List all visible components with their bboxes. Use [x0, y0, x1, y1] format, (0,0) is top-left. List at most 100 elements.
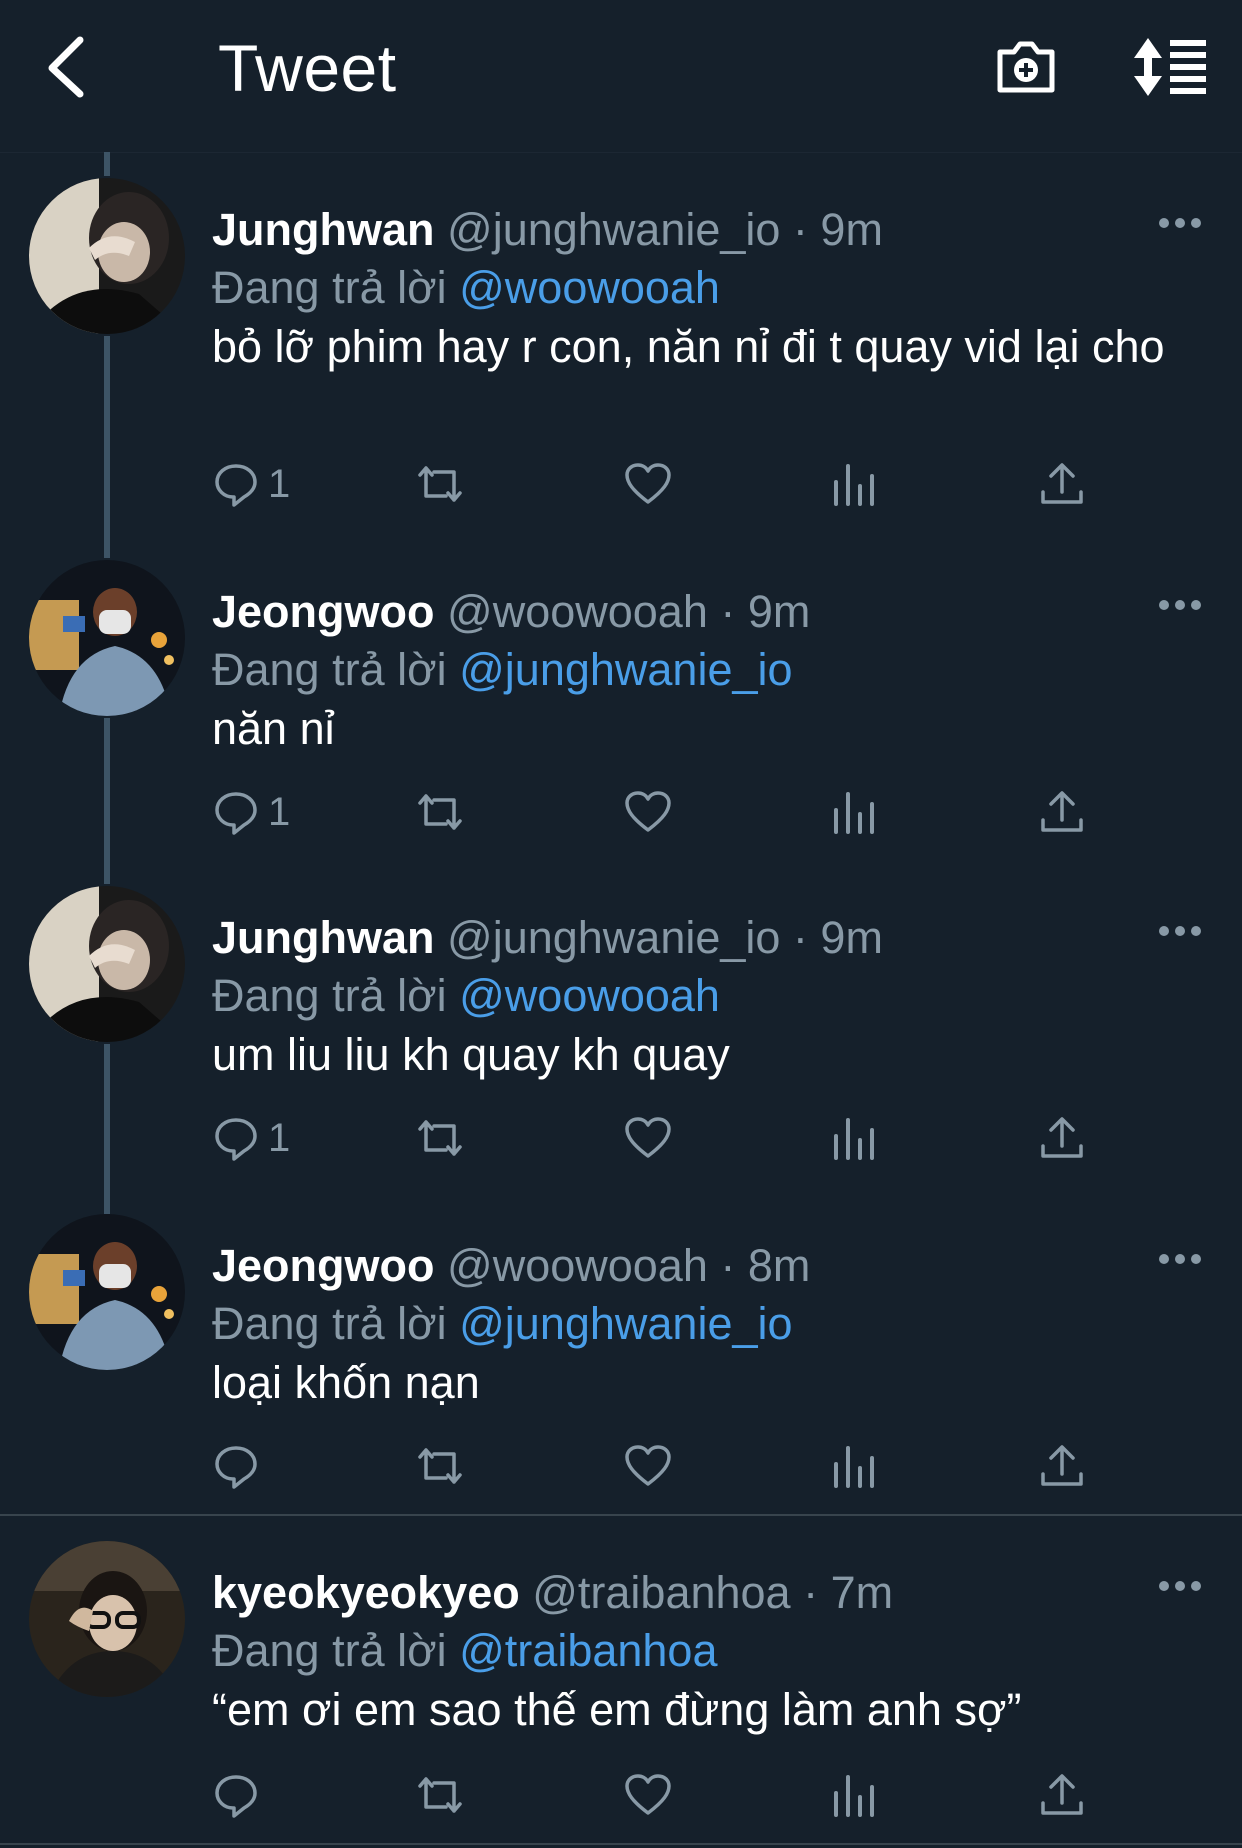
share-icon	[1041, 791, 1083, 832]
more-options-icon[interactable]	[1158, 924, 1202, 938]
avatar[interactable]	[29, 178, 185, 334]
replying-to-line: Đang trả lời @woowooah	[212, 968, 720, 1024]
like-button[interactable]	[624, 456, 672, 512]
replying-to-label: Đang trả lời	[212, 1625, 447, 1676]
replying-to-label: Đang trả lời	[212, 1298, 447, 1349]
analytics-button[interactable]	[830, 1110, 878, 1166]
tweet-text: năn nỉ	[212, 703, 335, 754]
author-name[interactable]: Jeongwoo	[212, 586, 435, 637]
tweet[interactable]: Jeongwoo @woowooah · 9m Đang trả lời @ju…	[0, 560, 1242, 860]
replying-to-line: Đang trả lời @woowooah	[212, 260, 720, 316]
author-name[interactable]: Junghwan	[212, 912, 435, 963]
tweet[interactable]: Junghwan @junghwanie_io · 9m Đang trả lờ…	[0, 178, 1242, 538]
tweet-text: “em ơi em sao thế em đừng làm anh sợ”	[212, 1684, 1022, 1735]
analytics-icon	[834, 464, 874, 506]
heart-icon	[625, 463, 671, 504]
replying-to-mention[interactable]: @woowooah	[459, 262, 720, 313]
more-options-icon[interactable]	[1158, 216, 1202, 230]
share-icon	[1041, 463, 1083, 504]
share-icon	[1041, 1117, 1083, 1158]
conversation-divider	[0, 1514, 1242, 1516]
reply-icon	[215, 792, 257, 835]
chevron-left-icon	[48, 36, 84, 98]
author-handle-time: @woowooah · 8m	[447, 1240, 811, 1291]
tweet-actions: 1	[212, 784, 1112, 844]
replying-to-line: Đang trả lời @junghwanie_io	[212, 1296, 793, 1352]
retweet-icon	[418, 1120, 462, 1156]
like-button[interactable]	[624, 1110, 672, 1166]
camera-button[interactable]	[994, 34, 1058, 98]
retweet-button[interactable]	[416, 456, 464, 512]
reply-button[interactable]	[212, 1767, 268, 1823]
share-button[interactable]	[1038, 784, 1086, 840]
tweet[interactable]: Junghwan @junghwanie_io · 9m Đang trả lờ…	[0, 886, 1242, 1186]
author-handle-time: @traibanhoa · 7m	[532, 1567, 894, 1618]
heart-icon	[625, 1445, 671, 1486]
replying-to-mention[interactable]: @junghwanie_io	[459, 1298, 792, 1349]
analytics-icon	[834, 1775, 874, 1817]
retweet-icon	[418, 1448, 462, 1484]
replying-to-line: Đang trả lời @junghwanie_io	[212, 642, 793, 698]
tweet-author-line: kyeokyeokyeo @traibanhoa · 7m	[212, 1565, 893, 1621]
analytics-button[interactable]	[830, 784, 878, 840]
avatar[interactable]	[29, 886, 185, 1042]
replying-to-line: Đang trả lời @traibanhoa	[212, 1623, 717, 1679]
like-button[interactable]	[624, 1767, 672, 1823]
retweet-icon	[418, 466, 462, 502]
tweet[interactable]: kyeokyeokyeo @traibanhoa · 7m Đang trả l…	[0, 1541, 1242, 1841]
more-options-icon[interactable]	[1158, 1579, 1202, 1593]
share-button[interactable]	[1038, 1767, 1086, 1823]
analytics-button[interactable]	[830, 1438, 878, 1494]
reply-button[interactable]: 1	[212, 784, 290, 840]
top-navigation-bar: Tweet	[0, 0, 1242, 153]
sort-replies-button[interactable]	[1132, 38, 1208, 96]
share-icon	[1041, 1445, 1083, 1486]
tweet-actions	[212, 1767, 1112, 1827]
tweet-author-line: Jeongwoo @woowooah · 8m	[212, 1238, 810, 1294]
more-options-icon[interactable]	[1158, 598, 1202, 612]
reply-button[interactable]: 1	[212, 1110, 290, 1166]
reply-button[interactable]: 1	[212, 456, 290, 512]
heart-icon	[625, 791, 671, 832]
reply-button[interactable]	[212, 1438, 268, 1494]
tweet[interactable]: Jeongwoo @woowooah · 8m Đang trả lời @ju…	[0, 1214, 1242, 1514]
tweet-author-line: Junghwan @junghwanie_io · 9m	[212, 202, 883, 258]
retweet-button[interactable]	[416, 1110, 464, 1166]
author-name[interactable]: kyeokyeokyeo	[212, 1567, 520, 1618]
share-button[interactable]	[1038, 1438, 1086, 1494]
retweet-button[interactable]	[416, 784, 464, 840]
reply-count: 1	[268, 461, 291, 506]
share-button[interactable]	[1038, 456, 1086, 512]
tweet-text: um liu liu kh quay kh quay	[212, 1029, 730, 1080]
share-icon	[1041, 1774, 1083, 1815]
tweet-text: loại khốn nạn	[212, 1357, 480, 1408]
sort-list-icon	[1134, 38, 1206, 96]
analytics-button[interactable]	[830, 1767, 878, 1823]
like-button[interactable]	[624, 1438, 672, 1494]
tweet-actions: 1	[212, 1110, 1112, 1170]
analytics-button[interactable]	[830, 456, 878, 512]
replying-to-mention[interactable]: @woowooah	[459, 970, 720, 1021]
retweet-icon	[418, 1777, 462, 1813]
more-options-icon[interactable]	[1158, 1252, 1202, 1266]
reply-icon	[215, 1775, 257, 1818]
author-name[interactable]: Jeongwoo	[212, 1240, 435, 1291]
replying-to-label: Đang trả lời	[212, 262, 447, 313]
author-name[interactable]: Junghwan	[212, 204, 435, 255]
replying-to-mention[interactable]: @junghwanie_io	[459, 644, 792, 695]
share-button[interactable]	[1038, 1110, 1086, 1166]
heart-icon	[625, 1774, 671, 1815]
back-button[interactable]	[40, 34, 100, 98]
like-button[interactable]	[624, 784, 672, 840]
tweet-actions: 1	[212, 456, 1112, 516]
retweet-button[interactable]	[416, 1767, 464, 1823]
avatar[interactable]	[29, 1214, 185, 1370]
tweet-actions	[212, 1438, 1112, 1498]
replying-to-label: Đang trả lời	[212, 644, 447, 695]
replying-to-mention[interactable]: @traibanhoa	[459, 1625, 717, 1676]
retweet-button[interactable]	[416, 1438, 464, 1494]
reply-icon	[215, 464, 257, 507]
avatar[interactable]	[29, 560, 185, 716]
avatar[interactable]	[29, 1541, 185, 1697]
reply-icon	[215, 1446, 257, 1489]
